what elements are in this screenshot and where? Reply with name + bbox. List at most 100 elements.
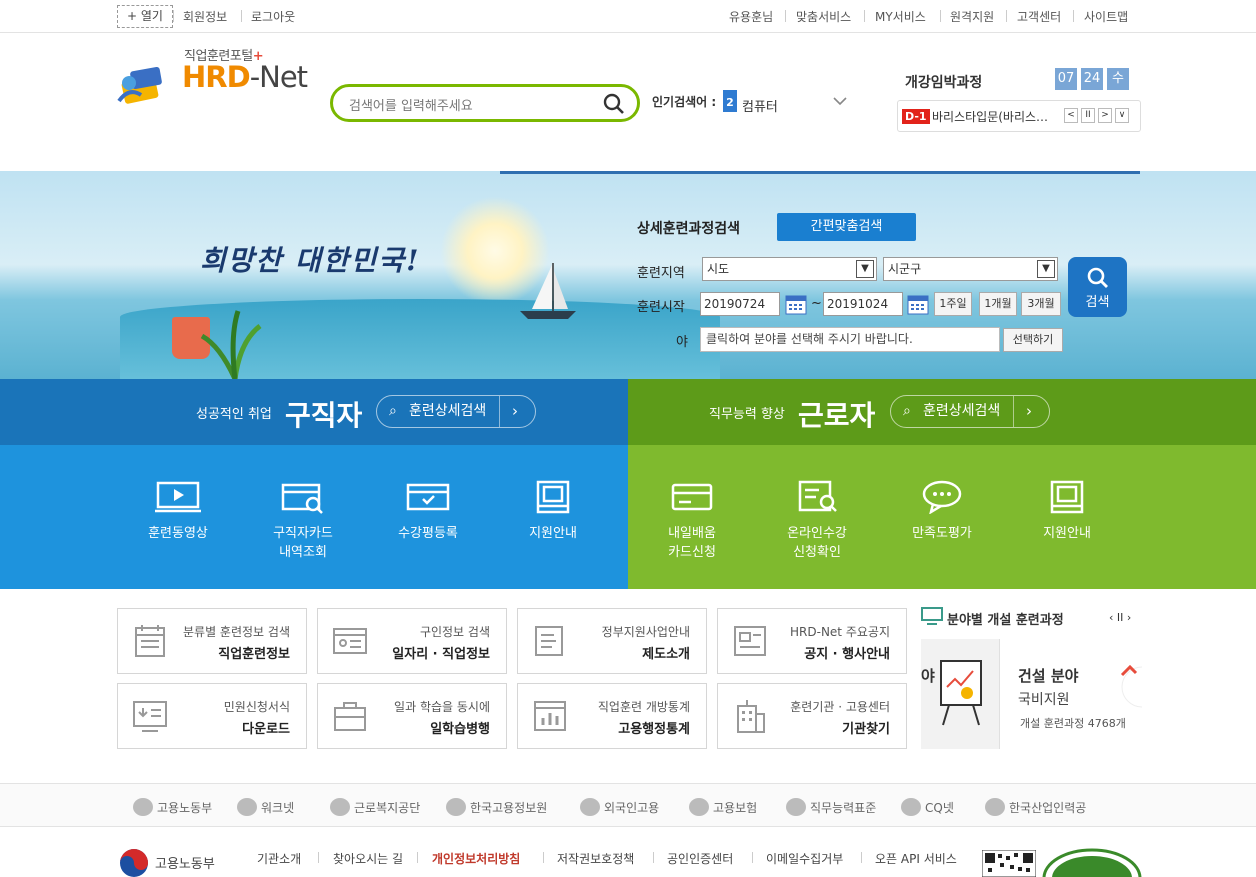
search-icon[interactable] [603, 93, 625, 115]
tab-job-seeker[interactable]: 성공적인 취업 구직자 ⌕ 훈련상세검색 › [0, 379, 628, 445]
ticker-course-link[interactable]: 바리스타입문(바리스… [932, 108, 1054, 125]
date-from-input[interactable]: 20190724 [700, 292, 780, 316]
box-work-study[interactable]: 일과 학습을 동시에 일학습병행 [317, 683, 507, 749]
logout-link[interactable]: 로그아웃 [251, 8, 295, 25]
divider [861, 852, 862, 863]
popular-keyword-link[interactable]: 컴퓨터 [742, 96, 778, 115]
partner-link-cq[interactable]: CQ넷 [901, 798, 954, 816]
quick-card-apply[interactable]: 내일배움 카드신청 [632, 480, 752, 570]
partner-link-ei[interactable]: 고용보험 [689, 798, 757, 816]
ticker-pause-button[interactable]: II [1081, 108, 1095, 123]
field-card-construction[interactable]: 건설 분야 국비지원 개설 훈련과정 4768개 [999, 639, 1142, 749]
review-icon [406, 483, 450, 511]
field-select-input[interactable]: 클릭하여 분야를 선택해 주시기 바랍니다. [700, 327, 1000, 352]
footer-link-certificate[interactable]: 공인인증센터 [667, 850, 733, 867]
period-1month-button[interactable]: 1개월 [979, 292, 1017, 316]
ticker-next-button[interactable]: > [1098, 108, 1112, 123]
quick-support-guide[interactable]: 지원안내 [493, 480, 613, 570]
ticker-prev-button[interactable]: < [1064, 108, 1078, 123]
partner-link-moel[interactable]: 고용노동부 [133, 798, 212, 816]
box-training-info[interactable]: 분류별 훈련정보 검색 직업훈련정보 [117, 608, 307, 674]
ei-logo-icon [689, 798, 709, 816]
footer-link-directions[interactable]: 찾아오시는 길 [333, 850, 403, 867]
advanced-search-button[interactable]: 검색 [1068, 257, 1127, 317]
construction-icon [1120, 664, 1142, 708]
quick-training-video[interactable]: 훈련동영상 [118, 480, 238, 570]
field-courses-widget: 분야별 개설 훈련과정 ‹ II › 야 건설 분야 국비지원 개설 훈련과정 … [921, 605, 1142, 750]
ncs-logo-icon [786, 798, 806, 816]
divider [499, 396, 500, 427]
divider [543, 852, 544, 863]
partner-link-worknet[interactable]: 워크넷 [237, 798, 294, 816]
quick-online-confirm[interactable]: 온라인수강 신청확인 [757, 480, 877, 570]
tab-worker[interactable]: 직무능력 향상 근로자 ⌕ 훈련상세검색 › [628, 379, 1256, 445]
job-seeker-detail-search-button[interactable]: ⌕ 훈련상세검색 › [376, 395, 536, 428]
chevron-right-icon: › [512, 402, 518, 420]
box-find-institution[interactable]: 훈련기관 · 고용센터 기관찾기 [717, 683, 907, 749]
quick-card-history[interactable]: 구직자카드 내역조회 [243, 480, 363, 570]
period-1week-button[interactable]: 1주일 [934, 292, 972, 316]
advanced-search-label: 검색 [1085, 295, 1110, 310]
worker-detail-search-button[interactable]: ⌕ 훈련상세검색 › [890, 395, 1050, 428]
footer-link-about[interactable]: 기관소개 [257, 850, 301, 867]
box-subtitle: 분류별 훈련정보 검색 [183, 625, 290, 639]
partner-link-eps[interactable]: 외국인고용 [580, 798, 659, 816]
sitemap-link[interactable]: 사이트맵 [1084, 8, 1128, 25]
user-type-tabs: 성공적인 취업 구직자 ⌕ 훈련상세검색 › 직무능력 향상 근로자 ⌕ 훈련상… [0, 379, 1256, 445]
remote-support-link[interactable]: 원격지원 [950, 8, 994, 25]
member-info-link[interactable]: 회원정보 [183, 8, 227, 25]
cq-logo-icon [901, 798, 921, 816]
box-notice[interactable]: HRD-Net 주요공지 공지 · 행사안내 [717, 608, 907, 674]
search-input[interactable]: 검색어를 입력해주세요 [349, 95, 473, 114]
calendar-icon[interactable] [907, 293, 929, 315]
box-gov-program[interactable]: 정부지원사업안내 제도소개 [517, 608, 707, 674]
korea-emblem-icon [120, 849, 148, 877]
quick-satisfaction[interactable]: 만족도평가 [882, 480, 1002, 570]
period-3month-button[interactable]: 3개월 [1021, 292, 1061, 316]
ticker-expand-button[interactable]: ∨ [1115, 108, 1129, 123]
footer-link-privacy[interactable]: 개인정보처리방침 [432, 850, 520, 867]
quick-label: 내역조회 [279, 545, 327, 560]
box-statistics[interactable]: 직업훈련 개방통계 고용행정통계 [517, 683, 707, 749]
hrd-net-logo[interactable]: 직업훈련포털+ HRD-Net [117, 45, 317, 105]
tab-worker-title: 근로자 [798, 399, 876, 432]
field-carousel-controls[interactable]: ‹ II › [1109, 611, 1131, 624]
box-forms-download[interactable]: 민원신청서식 다운로드 [117, 683, 307, 749]
partner-link-ncs[interactable]: 직무능력표준 [786, 798, 876, 816]
open-menu-button[interactable]: + 열기 [117, 5, 173, 28]
user-name-link[interactable]: 유용훈님 [729, 8, 773, 25]
field-choose-button[interactable]: 선택하기 [1003, 328, 1063, 352]
box-job-info[interactable]: 구인정보 검색 일자리 · 직업정보 [317, 608, 507, 674]
job-seeker-detail-search-label: 훈련상세검색 [409, 403, 487, 419]
id-card-icon [333, 628, 367, 654]
customer-center-link[interactable]: 고객센터 [1017, 8, 1061, 25]
date-to-input[interactable]: 20191024 [823, 292, 903, 316]
my-service-link[interactable]: MY서비스 [875, 8, 926, 25]
bar-chart-icon [534, 701, 566, 731]
footer-link-copyright[interactable]: 저작권보호정책 [557, 850, 634, 867]
easy-search-button[interactable]: 간편맞춤검색 [777, 213, 916, 241]
building-icon [737, 700, 765, 733]
date-month: 07 [1055, 68, 1077, 90]
search-icon: ⌕ [389, 403, 397, 419]
footer-link-open-api[interactable]: 오픈 API 서비스 [875, 850, 957, 867]
wa-certification-mark-icon [1042, 848, 1142, 877]
partner-link-hrdk[interactable]: 한국산업인력공 [985, 798, 1086, 816]
field-label: 야 [676, 335, 688, 350]
main-search-box[interactable]: 검색어를 입력해주세요 [330, 84, 640, 122]
notice-board-icon [734, 626, 766, 656]
partner-link-comwel[interactable]: 근로복지공단 [330, 798, 420, 816]
book-icon [536, 480, 570, 514]
quick-review-register[interactable]: 수강평등록 [368, 480, 488, 570]
chevron-down-icon: ▼ [856, 260, 874, 278]
sido-select[interactable]: 시도 ▼ [702, 257, 877, 281]
partner-link-keis[interactable]: 한국고용정보원 [446, 798, 547, 816]
divider [173, 10, 174, 22]
sigungu-select[interactable]: 시군구 ▼ [883, 257, 1058, 281]
calendar-icon[interactable] [785, 293, 807, 315]
date-weekday: 수 [1107, 68, 1129, 90]
custom-service-link[interactable]: 맞춤서비스 [796, 8, 851, 25]
chevron-down-icon[interactable] [832, 93, 848, 109]
quick-worker-support-guide[interactable]: 지원안내 [1007, 480, 1127, 570]
footer-link-email-refusal[interactable]: 이메일수집거부 [766, 850, 843, 867]
